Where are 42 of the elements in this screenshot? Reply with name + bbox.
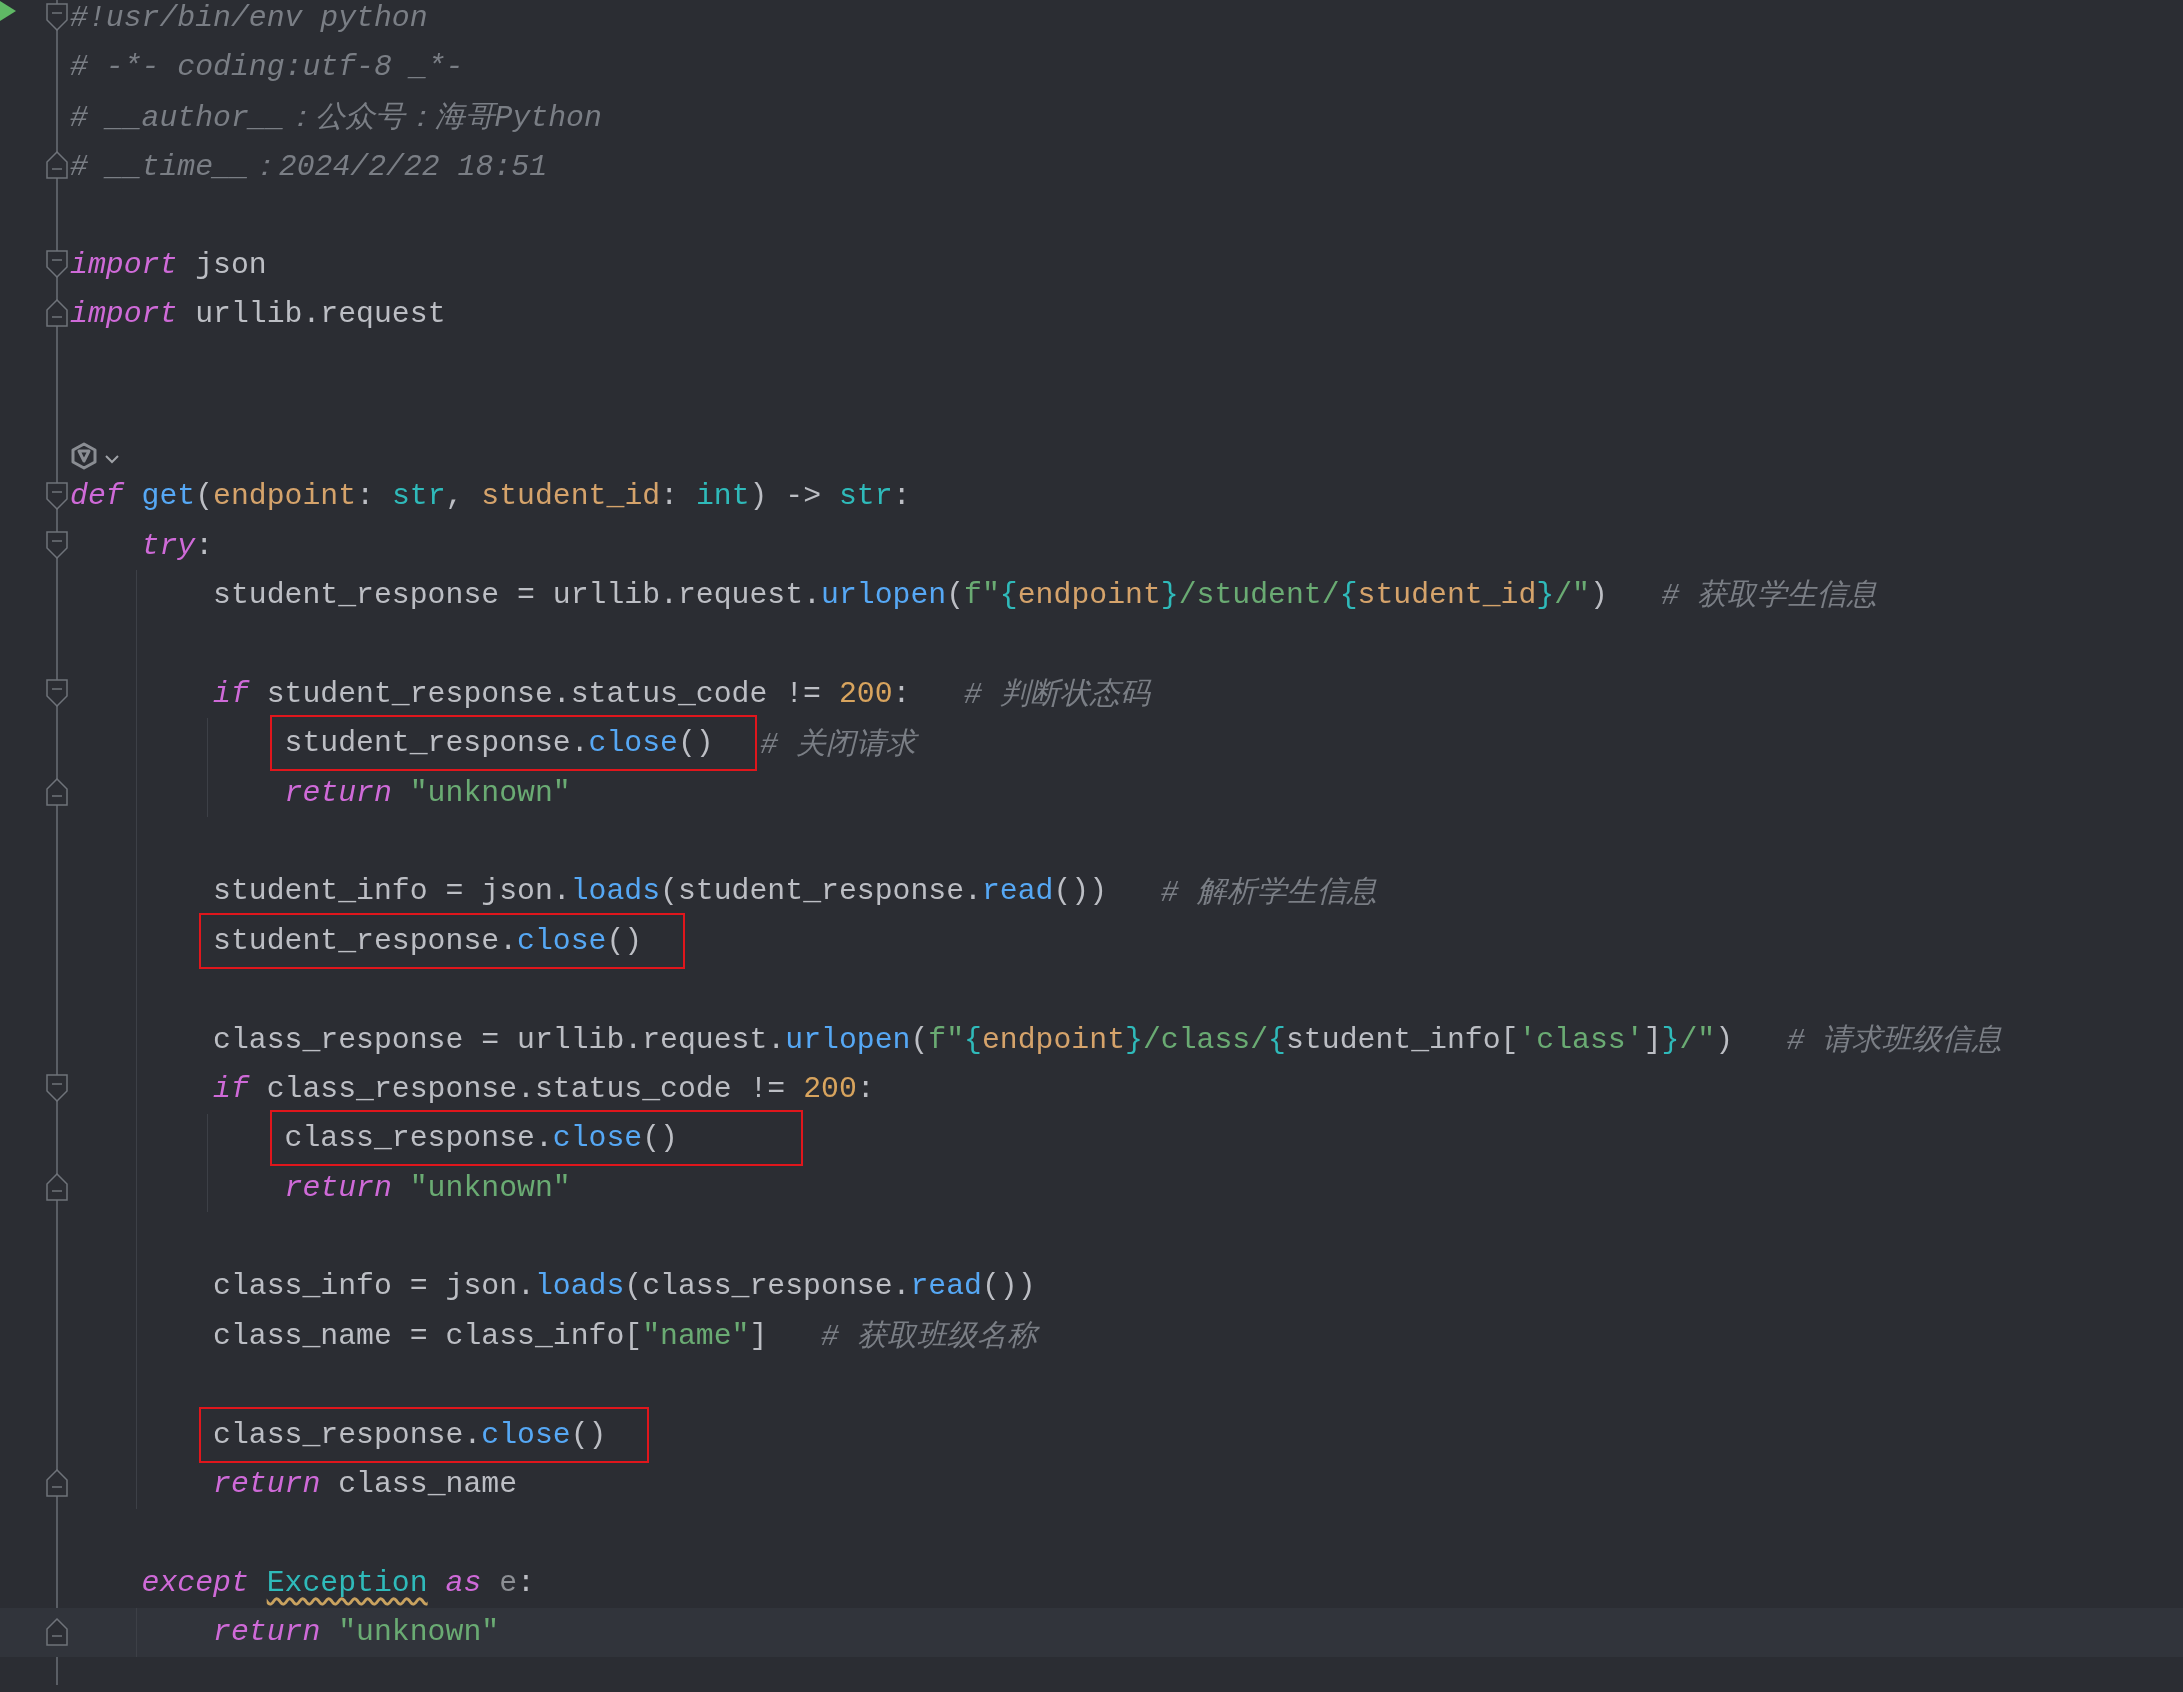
code-text: import urllib.request — [70, 297, 446, 332]
code-text: class_response = urllib.request.urlopen(f"{endpoint}/class/{student_info['class']}/") — [213, 1022, 1734, 1057]
collapse-end-icon[interactable] — [46, 151, 68, 180]
code-text: class_info = json.loads(class_response.read()) — [213, 1269, 1036, 1304]
code-comment: # __time__：2024/2/22 18:51 — [70, 149, 548, 187]
code-text: return "unknown" — [213, 1615, 500, 1650]
code-text: if class_response.status_code != 200: — [213, 1071, 875, 1106]
code-text: if student_response.status_code != 200: — [213, 676, 911, 711]
code-comment: # 获取学生信息 — [1661, 578, 1878, 616]
knot-icon[interactable] — [70, 441, 98, 470]
code-comment: # -*- coding:utf-8 _*- — [70, 50, 464, 85]
code-text: return "unknown" — [284, 1170, 571, 1205]
collapse-icon[interactable] — [46, 1074, 68, 1103]
collapse-icon[interactable] — [46, 679, 68, 708]
collapse-end-icon[interactable] — [46, 299, 68, 328]
collapse-end-icon[interactable] — [46, 1617, 68, 1646]
code-text: class_response.close() — [213, 1417, 607, 1452]
code-text: student_response.close() — [284, 726, 714, 761]
code-text: def get(endpoint: str, student_id: int) -> str: — [70, 479, 911, 514]
code-text: return class_name — [213, 1467, 518, 1501]
code-comment: #!usr/bin/env python — [70, 0, 428, 35]
code-comment: # __author__：公众号：海哥Python — [70, 99, 602, 137]
code-text: try: — [141, 528, 214, 563]
code-text: import json — [70, 247, 267, 282]
collapse-icon[interactable] — [46, 249, 68, 278]
collapse-icon[interactable] — [46, 481, 68, 510]
code-text: class_response.close() — [284, 1121, 678, 1156]
collapse-icon[interactable] — [46, 3, 68, 31]
code-text: return "unknown" — [284, 775, 571, 810]
collapse-icon[interactable] — [46, 530, 68, 559]
code-text: student_info = json.loads(student_response.read()) — [213, 874, 1108, 909]
code-text: class_name = class_info["name"] — [213, 1318, 768, 1353]
code-comment: # 判断状态码 — [964, 677, 1150, 715]
code-comment: # 请求班级信息 — [1786, 1023, 2003, 1060]
collapse-end-icon[interactable] — [46, 1469, 68, 1498]
code-text: except Exception as e: — [141, 1565, 535, 1600]
collapse-end-icon[interactable] — [46, 1173, 68, 1201]
code-comment: # 解析学生信息 — [1160, 874, 1377, 912]
code-text: student_response.close() — [213, 923, 643, 958]
code-text: student_response = urllib.request.urlopen(f"{endpoint}/student/{student_id}/") — [213, 578, 1608, 612]
collapse-end-icon[interactable] — [46, 777, 68, 806]
chevron-down-icon[interactable] — [104, 453, 120, 464]
